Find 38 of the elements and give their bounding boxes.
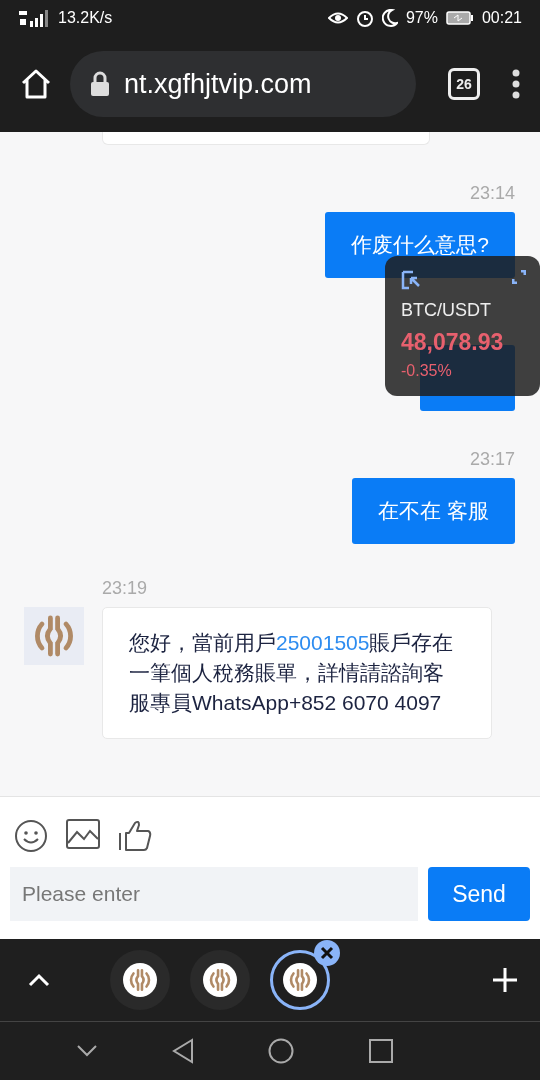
send-button[interactable]: Send [428,867,530,921]
battery-percent: 97% [405,9,438,27]
moon-icon [381,9,398,27]
network-speed: 13.2K/s [58,9,113,27]
close-icon[interactable] [314,940,340,966]
logo-icon [207,967,233,993]
price: 48,078.93 [401,329,505,356]
logo-icon [127,967,153,993]
message-input[interactable]: Please enter [10,867,418,921]
alarm-icon [355,9,374,27]
address-bar[interactable]: nt.xgfhjtvip.com [70,51,416,117]
back-icon[interactable] [171,1038,194,1064]
image-icon[interactable] [66,819,100,849]
url-text: nt.xgfhjtvip.com [124,68,312,100]
recents-icon[interactable] [368,1039,393,1063]
logo-icon [287,967,313,993]
message-time: 23:19 [102,578,149,599]
message-bubble: 在不在 客服 [352,478,515,544]
battery-icon [445,10,474,26]
price-change: -0.35% [401,362,453,380]
smiley-icon[interactable] [14,819,48,853]
tab-count[interactable]: 26 [448,68,480,100]
home-icon[interactable] [268,1038,295,1064]
signal-icon [18,9,50,27]
price-ticker[interactable]: BTC/USDT 48,078.93 -0.35% [385,256,540,396]
lock-icon [90,71,110,97]
chevron-down-icon[interactable] [77,1045,98,1057]
expand-icon[interactable] [512,270,526,284]
chevron-up-icon[interactable] [28,973,50,987]
message-time: 23:14 [469,183,515,204]
trading-pair: BTC/USDT [401,300,492,321]
message-card: 您好，當前用戶25001505賬戶存在一筆個人稅務賬單，詳情請諮詢客服專員WhatsApp+852 6070 4097 [102,607,492,739]
eye-icon [327,10,348,26]
plus-icon[interactable] [492,967,518,993]
clock: 00:21 [481,9,522,27]
message-time: 23:17 [469,449,515,470]
thumbs-up-icon[interactable] [118,819,152,851]
more-icon[interactable] [512,69,520,99]
